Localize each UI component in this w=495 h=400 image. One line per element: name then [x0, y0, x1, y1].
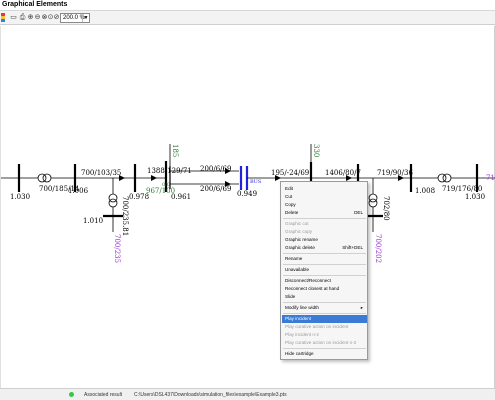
- menu-item-play-curative-action-n2[interactable]: Play curative action on incident n-2: [282, 339, 367, 347]
- generation-label: 185: [171, 144, 179, 158]
- menu-separator: [283, 302, 366, 303]
- transformer-winding: [42, 173, 52, 183]
- bus-voltage: 0.949: [237, 190, 258, 198]
- menu-separator: [283, 218, 366, 219]
- menu-item-cut[interactable]: Cut: [282, 193, 367, 201]
- menu-item-graphic-cut[interactable]: Graphic cut: [282, 220, 367, 228]
- bus-voltage: 1.030: [465, 193, 486, 201]
- transformer-winding: [37, 173, 47, 183]
- limit-label: 700/235: [113, 234, 121, 264]
- bus-voltage: 1.010: [83, 217, 104, 225]
- flow-label: 200/6/69: [200, 185, 232, 193]
- status-ok-icon: [69, 392, 74, 397]
- transformer-winding: [108, 193, 118, 203]
- menu-item-play-incident[interactable]: Play incident: [282, 315, 367, 323]
- single-line-diagram: [1, 144, 495, 232]
- menu-item-reconnect-closest[interactable]: Reconnect closest at hand: [282, 285, 367, 293]
- menu-item-hide-cartridge[interactable]: Hide cartridge: [282, 350, 367, 358]
- bus-voltage: 0.978: [129, 193, 150, 201]
- menu-item-delete[interactable]: Delete DEL: [282, 209, 367, 217]
- menu-separator: [283, 313, 366, 314]
- flow-label: 700/103/35: [81, 169, 122, 177]
- menu-item-slide[interactable]: Slide: [282, 293, 367, 301]
- menu-item-copy[interactable]: Copy: [282, 201, 367, 209]
- limit-label: 700/202: [374, 234, 382, 264]
- window-title: Graphical Elements: [2, 1, 68, 8]
- menu-separator: [283, 348, 366, 349]
- menu-item-play-curative-action[interactable]: Play curative action on incident: [282, 323, 367, 331]
- chevron-right-icon: ▸: [360, 305, 363, 310]
- generation-label: 330: [312, 144, 320, 158]
- selected-bus-label[interactable]: BUS: [250, 178, 261, 186]
- flow-label: 702/80: [382, 196, 390, 221]
- status-state: Associated result: [84, 392, 123, 398]
- color-palette-icon[interactable]: [1, 13, 5, 22]
- flow-label: 1406/80/7: [325, 169, 361, 177]
- menu-item-graphic-rename[interactable]: Graphic rename: [282, 236, 367, 244]
- bus-voltage: 1.006: [68, 187, 89, 195]
- menu-separator: [283, 253, 366, 254]
- flow-label: 1388/129/71: [147, 167, 192, 175]
- flow-label: 719/90/36: [377, 169, 413, 177]
- flow-label: 195/-24/69: [271, 169, 310, 177]
- bus-voltage: 0.961: [171, 193, 192, 201]
- generation-label: 0/0: [162, 182, 171, 188]
- status-file-path: C:\Users\DSL437\Downloads\simulation_fil…: [134, 392, 287, 398]
- menu-item-graphic-delete[interactable]: Graphic delete Shift+DEL: [282, 244, 367, 252]
- chevron-down-icon[interactable]: ▼: [82, 14, 89, 22]
- menu-separator: [283, 264, 366, 265]
- shortcut-label: Shift+DEL: [342, 245, 363, 250]
- shortcut-label: DEL: [354, 210, 363, 215]
- menu-item-edit[interactable]: Edit: [282, 185, 367, 193]
- toolbar: ▭ ⎙ ⊕ ⊖ ⊗ ⊙ ⊘ 200.0 % ▼: [0, 11, 495, 25]
- bus-voltage: 1.008: [415, 187, 436, 195]
- menu-separator: [283, 275, 366, 276]
- open-file-icon[interactable]: ▭: [9, 13, 18, 22]
- transformer-winding: [442, 173, 452, 183]
- menu-item-unavailable[interactable]: Unavailable: [282, 266, 367, 274]
- flow-label: 200/6/69: [200, 165, 232, 173]
- transformer-winding: [368, 198, 378, 208]
- menu-item-modify-line-width[interactable]: Modify line width ▸: [282, 304, 367, 312]
- menu-item-play-incident-n2[interactable]: Play incident n-2: [282, 331, 367, 339]
- transformer-winding: [108, 198, 118, 208]
- context-menu: Edit Cut Copy Delete DEL Graphic cut Grap…: [280, 181, 368, 360]
- menu-item-rename[interactable]: Rename: [282, 255, 367, 263]
- limit-label: 719: [486, 174, 495, 182]
- window-titlebar: Graphical Elements: [0, 0, 495, 11]
- transformer-winding: [437, 173, 447, 183]
- zoom-select[interactable]: 200.0 % ▼: [60, 13, 90, 23]
- flow-arrow: [151, 175, 157, 181]
- menu-item-disconnect-reconnect[interactable]: Disconnect/Reconnect: [282, 277, 367, 285]
- transformer-winding: [368, 193, 378, 203]
- bus-voltage: 1.030: [10, 193, 31, 201]
- flow-label: 719/176/80: [442, 185, 483, 193]
- status-bar: Associated result C:\Users\DSL437\Downlo…: [0, 388, 495, 400]
- diagram-canvas[interactable]: 700/185/14 700/103/35 1388/129/71 200/6/…: [0, 26, 495, 388]
- menu-item-graphic-copy[interactable]: Graphic copy: [282, 228, 367, 236]
- flow-label: 700/235.81: [121, 196, 129, 237]
